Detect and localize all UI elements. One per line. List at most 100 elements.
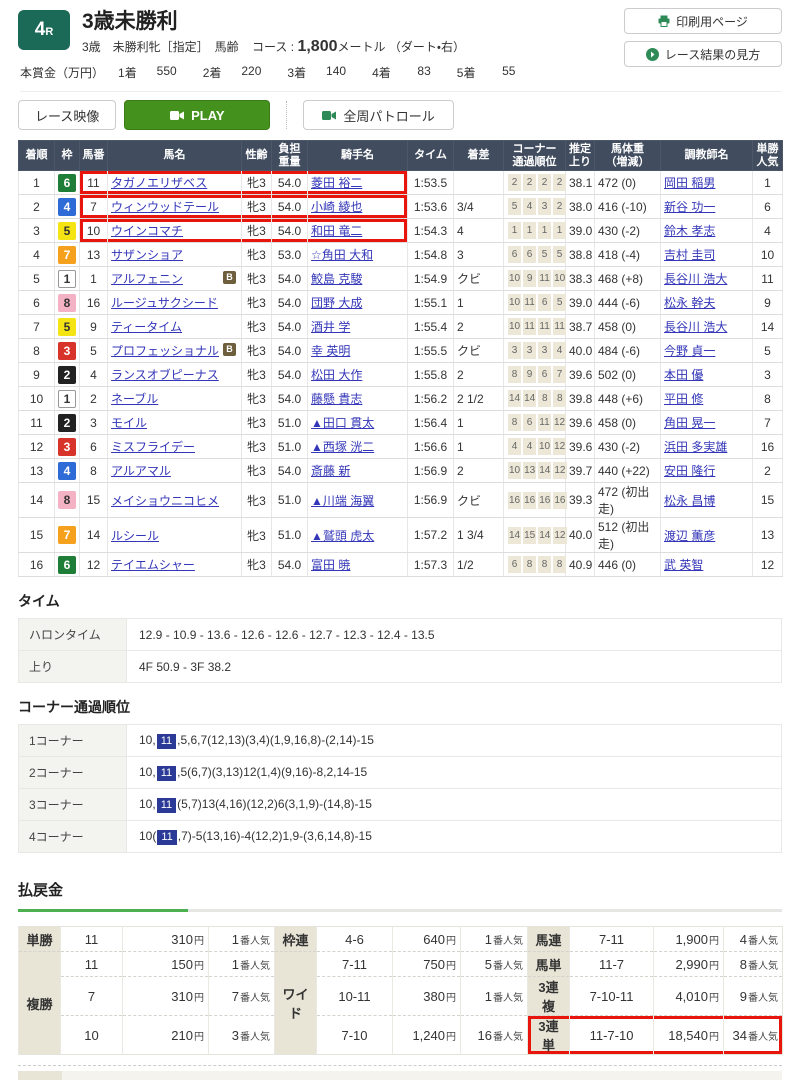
horse-name-link[interactable]: ティータイム [111, 320, 182, 334]
horse-name-link[interactable]: サザンショア [111, 248, 183, 262]
amount-value: 310 [171, 989, 193, 1004]
corner-position-3: 11 [538, 270, 551, 287]
trainer-cell: 岡田 稲男 [661, 171, 753, 195]
jockey-link[interactable]: 松田 大作 [311, 368, 362, 382]
prize-rank: 3着 [287, 64, 306, 81]
trainer-link[interactable]: 渡辺 薫彦 [664, 529, 715, 543]
horse-name-link[interactable]: ウインコマチ [111, 224, 183, 238]
jockey-link[interactable]: 幸 英明 [311, 344, 350, 358]
jockey-link[interactable]: 富田 暁 [311, 558, 350, 572]
horse-name-link[interactable]: テイエムシャー [111, 558, 195, 572]
horse-name-link[interactable]: プロフェッショナル [111, 344, 219, 358]
prize-money-label: 本賞金（万円） [20, 64, 104, 81]
column-header-line2: 重量 [272, 156, 307, 169]
column-header-line1: 馬番 [80, 149, 107, 162]
horse-name-link[interactable]: アルアマル [111, 464, 171, 478]
trainer-link[interactable]: 鈴木 孝志 [664, 224, 715, 238]
yen-unit: 円 [446, 993, 456, 1004]
finish-position: 2 [19, 195, 55, 219]
jockey-link[interactable]: 斎藤 新 [311, 464, 350, 478]
win-popularity: 12 [753, 553, 783, 577]
trainer-link[interactable]: 長谷川 浩大 [664, 320, 727, 334]
trainer-link[interactable]: 角田 晃一 [664, 416, 715, 430]
trainer-link[interactable]: 岡田 稲男 [664, 176, 715, 190]
finish-time: 1:53.6 [408, 195, 454, 219]
frame-cell: 8 [55, 483, 80, 518]
race-video-button[interactable]: レース映像 [18, 100, 116, 130]
trainer-link[interactable]: 今野 貞一 [664, 344, 715, 358]
trainer-link[interactable]: 安田 隆行 [664, 464, 715, 478]
last-time-value: 4F 50.9 - 3F 38.2 [127, 651, 782, 683]
trainer-link[interactable]: 新谷 功一 [664, 200, 715, 214]
prize-money-item: 1着 550 [118, 64, 177, 81]
carried-weight: 54.0 [272, 291, 308, 315]
prize-amount: 220 [231, 64, 261, 81]
jockey-link[interactable]: ▲田口 貫太 [311, 416, 374, 430]
print-page-button[interactable]: 印刷用ページ [624, 8, 782, 34]
pop-value: 4 [740, 932, 747, 947]
jockey-link[interactable]: 鮫島 克駿 [311, 272, 362, 286]
jockey-link[interactable]: ▲鷲頭 虎太 [311, 529, 374, 543]
jockey-link[interactable]: ☆角田 大和 [311, 248, 373, 262]
horse-body-weight: 430 (-2) [595, 435, 661, 459]
corner-positions: 1091110 [504, 267, 566, 291]
jockey-link[interactable]: 団野 大成 [311, 296, 362, 310]
play-button[interactable]: PLAY [124, 100, 270, 130]
horse-name-link[interactable]: ルシール [111, 529, 159, 543]
frame-badge: 4 [58, 462, 76, 480]
amount-value: 1,900 [675, 932, 708, 947]
horse-name-link[interactable]: ランスオブピーナス [111, 368, 219, 382]
result-guide-label: レース結果の見方 [665, 46, 760, 63]
corner-position-3: 11 [538, 414, 551, 431]
pop-unit: 番人気 [748, 936, 778, 947]
jockey-link[interactable]: ▲川端 海翼 [311, 494, 374, 508]
horse-name-link[interactable]: ルージュサクシード [111, 296, 218, 310]
payout-table: 単勝 11 310円 1番人気 枠連 4-6 640円 1番人気 馬連 7-11… [18, 926, 783, 1055]
horse-name-link[interactable]: ウィンウッドテール [111, 200, 219, 214]
horse-name-link[interactable]: アルフェニン [111, 272, 183, 286]
frame-badge: 8 [58, 294, 76, 312]
jockey-link[interactable]: ▲西塚 洸二 [311, 440, 374, 454]
horse-name-link[interactable]: メイショウニコヒメ [111, 494, 219, 508]
frame-cell: 8 [55, 291, 80, 315]
trainer-link[interactable]: 長谷川 浩大 [664, 272, 727, 286]
trainer-link[interactable]: 平田 修 [664, 392, 703, 406]
trainer-link[interactable]: 武 英智 [664, 558, 703, 572]
trainer-link[interactable]: 本田 優 [664, 368, 703, 382]
pop-unit: 番人気 [748, 1032, 778, 1043]
trainer-link[interactable]: 松永 昌博 [664, 494, 715, 508]
patrol-video-button[interactable]: 全周パトロール [303, 100, 453, 130]
win-popularity: 14 [753, 315, 783, 339]
horse-name-link[interactable]: モイル [111, 416, 147, 430]
corner-3-label: 3コーナー [19, 789, 127, 821]
pop-unit: 番人気 [493, 993, 523, 1004]
horse-name-link[interactable]: ネーブル [111, 392, 158, 406]
trainer-link[interactable]: 松永 幹夫 [664, 296, 715, 310]
trainer-link[interactable]: 吉村 圭司 [664, 248, 715, 262]
jockey-link[interactable]: 酒井 学 [311, 320, 350, 334]
horse-name-cell: ウインコマチ [108, 219, 242, 243]
corner-position-4: 8 [553, 556, 566, 573]
amount-value: 210 [171, 1028, 193, 1043]
finish-position: 12 [19, 435, 55, 459]
prize-amount: 140 [316, 64, 346, 81]
horse-body-weight: 416 (-10) [595, 195, 661, 219]
corner-position-3: 16 [538, 492, 551, 509]
jockey-link[interactable]: 藤懸 貴志 [311, 392, 362, 406]
corner-position-2: 16 [523, 492, 536, 509]
corner-position-4: 8 [553, 390, 566, 407]
course-track-type: （ダート・右） [389, 40, 465, 54]
jockey-link[interactable]: 和田 竜二 [311, 224, 362, 238]
column-header-line1: 馬体重 [595, 143, 660, 156]
corner-order-text: 10, [139, 797, 156, 811]
column-header-line1: 単勝 [753, 143, 782, 156]
horse-name-link[interactable]: タガノエリザベス [111, 176, 207, 190]
jockey-link[interactable]: 菱田 裕二 [311, 176, 362, 190]
jockey-link[interactable]: 小崎 綾也 [311, 200, 362, 214]
horse-number: 13 [80, 243, 108, 267]
horse-name-cell: メイショウニコヒメ [108, 483, 242, 518]
finish-position: 10 [19, 387, 55, 411]
result-guide-button[interactable]: レース結果の見方 [624, 41, 782, 67]
trainer-link[interactable]: 浜田 多実雄 [664, 440, 727, 454]
horse-name-link[interactable]: ミスフライデー [111, 440, 195, 454]
